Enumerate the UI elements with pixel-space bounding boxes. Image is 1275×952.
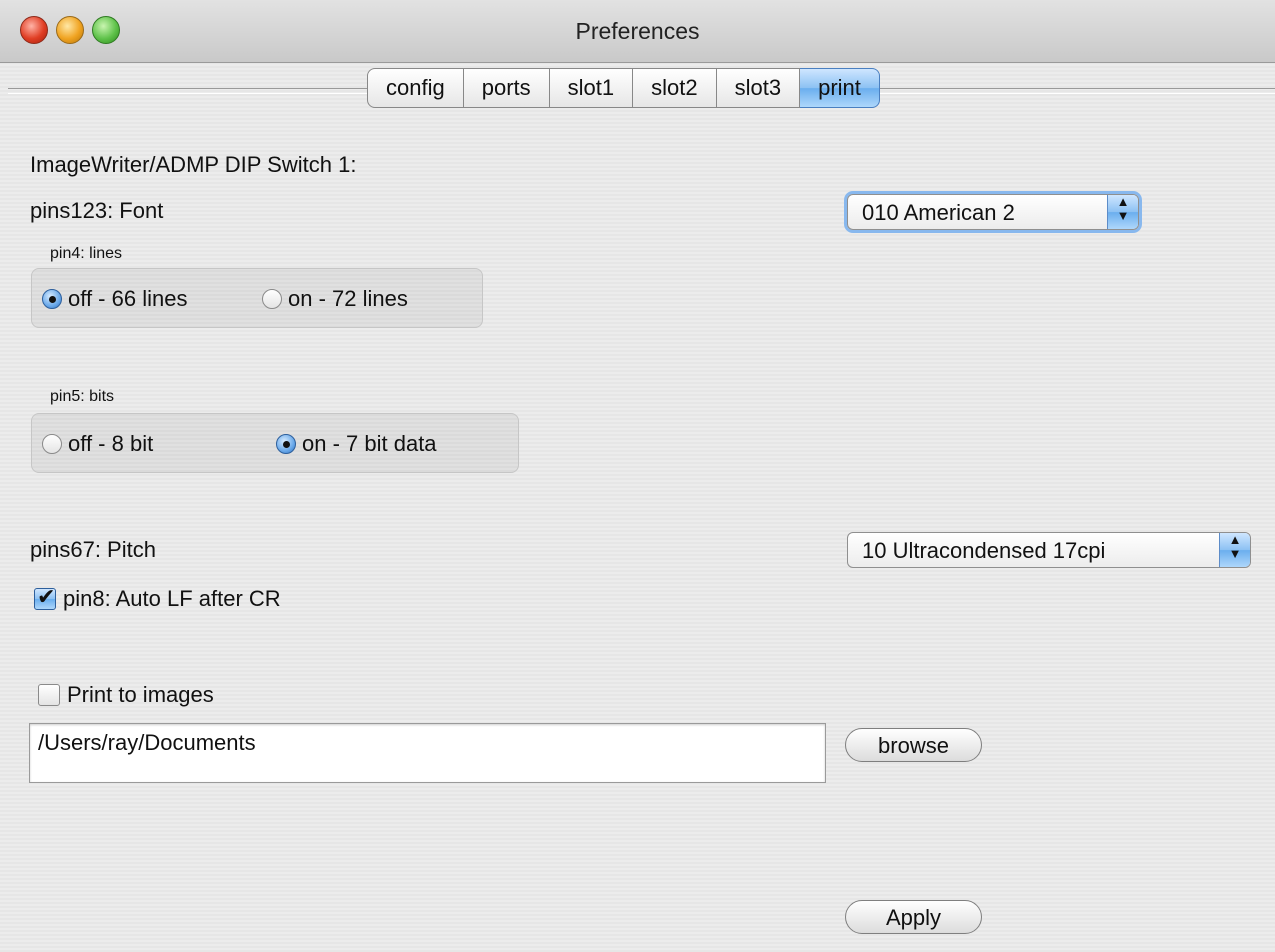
pin5-label: pin5: bits [50, 388, 115, 405]
pin4-on-label: on - 72 lines [288, 286, 408, 311]
pin4-off-label: off - 66 lines [68, 286, 188, 311]
section-title: ImageWriter/ADMP DIP Switch 1: [30, 152, 357, 177]
pin8-auto-lf-checkbox[interactable]: pin8: Auto LF after CR [34, 585, 281, 612]
output-path-value: /Users/ray/Documents [38, 730, 256, 755]
pin4-on-72-lines[interactable]: on - 72 lines [262, 286, 408, 312]
pitch-popup[interactable]: 10 Ultracondensed 17cpi ▲ ▼ [847, 532, 1251, 568]
checkbox-unchecked-icon [38, 684, 60, 706]
tab-slot1[interactable]: slot1 [549, 68, 634, 108]
output-path-field[interactable]: /Users/ray/Documents [29, 723, 826, 783]
print-to-images-label: Print to images [67, 682, 214, 707]
pin8-label: pin8: Auto LF after CR [63, 586, 281, 611]
tab-config[interactable]: config [367, 68, 464, 108]
tab-slot3[interactable]: slot3 [716, 68, 801, 108]
radio-unselected-icon [262, 289, 282, 309]
pin4-label: pin4: lines [50, 245, 123, 262]
apply-button[interactable]: Apply [845, 900, 982, 934]
pitch-popup-value: 10 Ultracondensed 17cpi [862, 538, 1106, 563]
radio-unselected-icon [42, 434, 62, 454]
font-label: pins123: Font [30, 198, 164, 223]
popup-arrows-icon: ▲ ▼ [1219, 533, 1250, 567]
pin5-off-label: off - 8 bit [68, 431, 154, 456]
pin5-on-7-bit-data[interactable]: on - 7 bit data [276, 431, 437, 457]
window-title: Preferences [575, 18, 700, 44]
font-popup-value: 010 American 2 [862, 200, 1015, 225]
pitch-label: pins67: Pitch [30, 537, 156, 562]
print-to-images-checkbox[interactable]: Print to images [38, 682, 214, 708]
tab-slot2[interactable]: slot2 [633, 68, 717, 108]
browse-button[interactable]: browse [845, 728, 982, 762]
checkbox-checked-icon [34, 585, 56, 610]
pin5-off-8-bit[interactable]: off - 8 bit [42, 431, 153, 457]
tab-print[interactable]: print [800, 68, 880, 108]
pin4-off-66-lines[interactable]: off - 66 lines [42, 286, 187, 312]
tab-bar: config ports slot1 slot2 slot3 print [367, 68, 880, 108]
preferences-window: Preferences config ports slot1 slot2 slo… [0, 0, 1275, 952]
font-popup[interactable]: 010 American 2 ▲ ▼ [847, 194, 1139, 230]
radio-selected-icon [276, 434, 296, 454]
title-bar[interactable]: Preferences [0, 0, 1275, 63]
tab-ports[interactable]: ports [463, 68, 550, 108]
pin5-on-label: on - 7 bit data [302, 431, 437, 456]
popup-arrows-icon: ▲ ▼ [1107, 195, 1138, 229]
radio-selected-icon [42, 289, 62, 309]
